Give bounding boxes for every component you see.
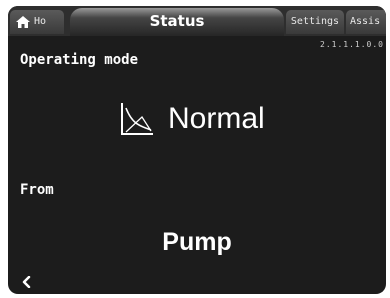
home-icon bbox=[16, 16, 30, 28]
tab-assist-label: Assis bbox=[350, 16, 381, 27]
tab-settings-label: Settings bbox=[290, 16, 340, 27]
operating-mode-text: Normal bbox=[168, 102, 265, 135]
control-source-heading: From bbox=[20, 182, 54, 198]
control-source-value: Pump bbox=[162, 228, 232, 256]
tab-settings[interactable]: Settings bbox=[286, 10, 344, 34]
pump-display-screen: Ho Status Settings Assis 2.1.1.1.0.0 Ope… bbox=[8, 6, 386, 294]
menu-version-number: 2.1.1.1.0.0 bbox=[320, 40, 384, 49]
normal-mode-curve-icon bbox=[120, 102, 154, 136]
operating-mode-heading: Operating mode bbox=[20, 52, 139, 68]
tab-bar: Ho Status Settings Assis bbox=[8, 6, 386, 36]
tab-home-label: Ho bbox=[34, 16, 47, 27]
tab-status-label: Status bbox=[149, 12, 205, 30]
back-button[interactable] bbox=[22, 276, 31, 288]
operating-mode-value: Normal bbox=[120, 102, 265, 136]
tab-assist[interactable]: Assis bbox=[346, 10, 386, 34]
tab-home[interactable]: Ho bbox=[10, 10, 64, 34]
tab-status[interactable]: Status bbox=[70, 8, 284, 36]
chevron-left-icon bbox=[22, 276, 31, 288]
